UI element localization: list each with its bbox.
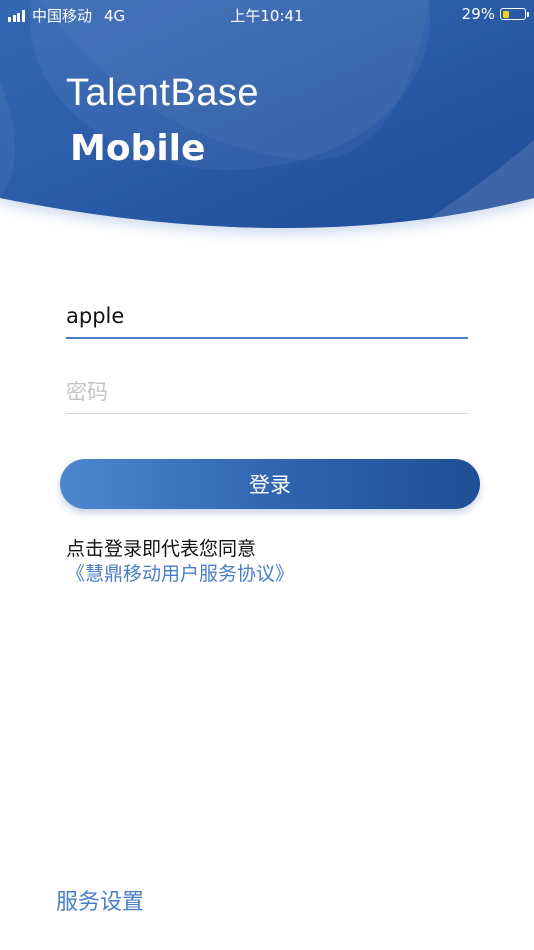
status-time: 上午10:41: [230, 7, 304, 25]
username-field-wrapper: [66, 295, 468, 339]
password-input[interactable]: [66, 370, 468, 413]
header-wave-background: [0, 0, 534, 228]
brand-subtitle: Mobile: [70, 128, 206, 169]
battery-fill: [502, 10, 509, 18]
battery-icon: [500, 8, 529, 20]
status-right: 29%: [461, 5, 529, 23]
battery-percent: 29%: [461, 5, 495, 23]
service-agreement-link[interactable]: 《慧鼎移动用户服务协议》: [66, 563, 294, 585]
status-bar: 中国移动 4G 上午10:41 29%: [0, 0, 534, 28]
login-screen: 中国移动 4G 上午10:41 29% TalentBase Mobile 登录…: [0, 0, 534, 950]
password-field-wrapper: [66, 370, 468, 414]
login-button[interactable]: 登录: [60, 459, 480, 509]
username-input[interactable]: [66, 295, 468, 337]
brand-title: TalentBase: [66, 72, 260, 114]
header-banner: [0, 0, 534, 250]
agreement-text: 点击登录即代表您同意《慧鼎移动用户服务协议》: [66, 537, 476, 587]
service-settings-link[interactable]: 服务设置: [56, 884, 144, 916]
agreement-prefix: 点击登录即代表您同意: [66, 538, 257, 560]
